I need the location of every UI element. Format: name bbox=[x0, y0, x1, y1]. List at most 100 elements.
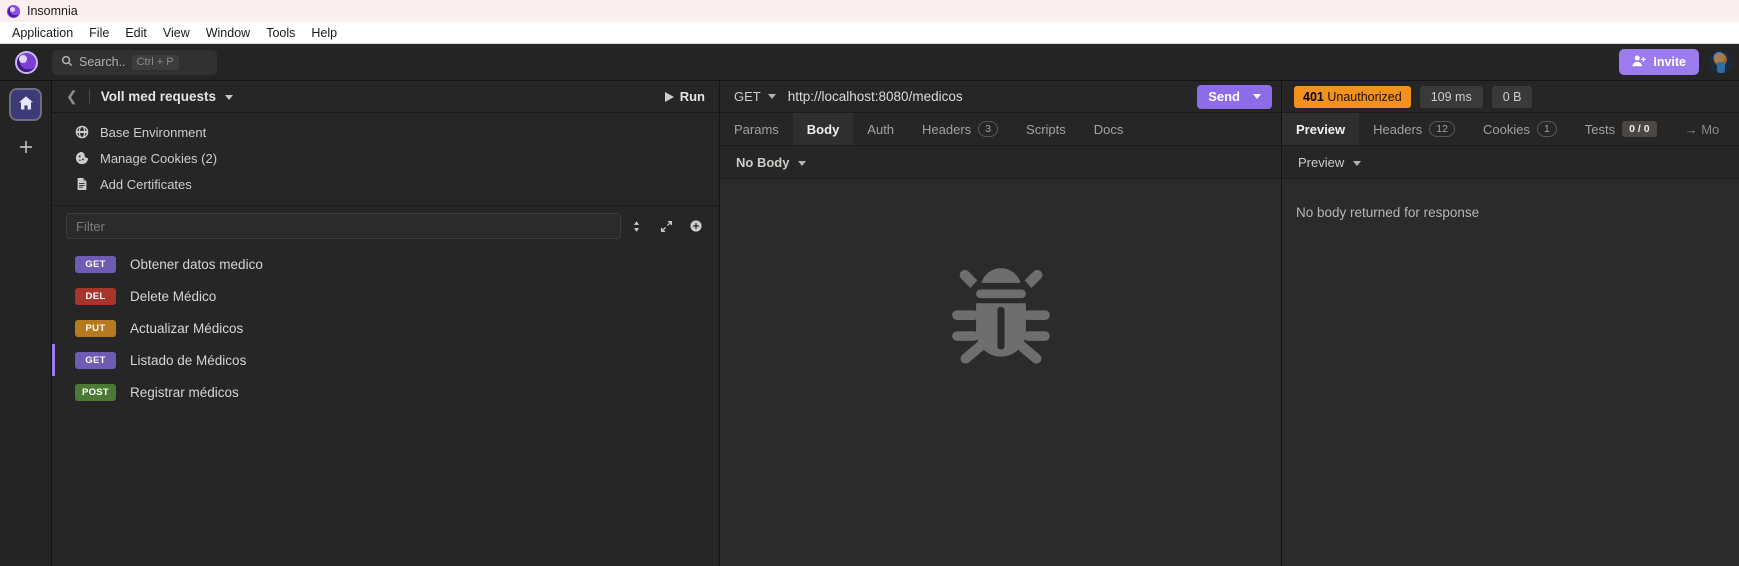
list-item[interactable]: DEL Delete Médico bbox=[52, 280, 719, 312]
expand-icon[interactable] bbox=[651, 213, 681, 239]
app-logo-wrap bbox=[0, 50, 52, 74]
tab-tests[interactable]: Tests 0 / 0 bbox=[1571, 113, 1671, 145]
method-selector[interactable]: GET bbox=[720, 89, 788, 104]
workspace-title[interactable]: Voll med requests bbox=[101, 89, 233, 104]
method-badge: POST bbox=[75, 383, 116, 401]
body-type-selector[interactable]: No Body bbox=[736, 154, 807, 170]
activity-rail bbox=[0, 81, 52, 566]
sidebar-item-label: Manage Cookies (2) bbox=[100, 150, 218, 166]
menu-tools[interactable]: Tools bbox=[258, 24, 303, 42]
list-item[interactable]: GET Obtener datos medico bbox=[52, 248, 719, 280]
search-placeholder: Search.. bbox=[79, 55, 126, 69]
tab-label: Docs bbox=[1093, 121, 1124, 137]
request-pane: GET http://localhost:8080/medicos Send P… bbox=[720, 81, 1282, 566]
home-icon bbox=[18, 95, 34, 114]
request-name: Actualizar Médicos bbox=[130, 320, 244, 336]
response-view-label: Preview bbox=[1298, 154, 1345, 170]
sidebar-item-base-environment[interactable]: Base Environment bbox=[52, 119, 719, 145]
tab-label: Headers bbox=[922, 121, 972, 137]
insomnia-window: Insomnia Application File Edit View Wind… bbox=[0, 0, 1739, 566]
run-button[interactable]: Run bbox=[664, 89, 705, 104]
list-item[interactable]: PUT Actualizar Médicos bbox=[52, 312, 719, 344]
body-type-label: No Body bbox=[736, 154, 790, 170]
response-view-selector[interactable]: Preview bbox=[1298, 155, 1361, 170]
invite-button[interactable]: Invite bbox=[1619, 49, 1699, 75]
environment-section: Base Environment Manage Cookies (2) Add … bbox=[52, 113, 719, 206]
avatar[interactable] bbox=[1709, 50, 1733, 74]
sidebar-item-label: Add Certificates bbox=[100, 176, 192, 192]
list-item[interactable]: GET Listado de Médicos bbox=[52, 344, 719, 376]
chevron-down-icon bbox=[1352, 160, 1361, 166]
window-title: Insomnia bbox=[27, 4, 78, 18]
request-name: Listado de Médicos bbox=[130, 352, 247, 368]
send-button[interactable]: Send bbox=[1197, 84, 1272, 109]
menu-window[interactable]: Window bbox=[198, 24, 258, 42]
method-badge: DEL bbox=[75, 287, 116, 305]
tab-auth[interactable]: Auth bbox=[853, 113, 908, 145]
response-status-bar: 401 Unauthorized 109 ms 0 B bbox=[1282, 81, 1739, 113]
body-type-bar: No Body bbox=[720, 146, 1281, 179]
status-code: 401 bbox=[1303, 89, 1324, 104]
sidebar-header: ❮ Voll med requests Run bbox=[52, 81, 719, 113]
tab-body[interactable]: Body bbox=[792, 113, 854, 145]
tab-params[interactable]: Params bbox=[720, 113, 793, 145]
url-input[interactable]: http://localhost:8080/medicos bbox=[788, 89, 1197, 104]
tab-more[interactable]: → Mo bbox=[1671, 113, 1734, 145]
run-label: Run bbox=[679, 89, 705, 104]
cookie-icon bbox=[74, 151, 89, 166]
tab-label: Scripts bbox=[1026, 121, 1066, 137]
chevron-down-icon bbox=[798, 160, 807, 166]
tab-label: → Mo bbox=[1684, 121, 1720, 137]
tab-badge: 1 bbox=[1536, 121, 1557, 137]
request-body-empty-area bbox=[720, 179, 1281, 566]
person-add-icon bbox=[1632, 54, 1647, 71]
tab-cookies[interactable]: Cookies 1 bbox=[1469, 113, 1571, 145]
app-top-bar: Search.. Ctrl + P Invite bbox=[0, 44, 1739, 81]
certificate-icon bbox=[74, 177, 89, 192]
status-badge: 401 Unauthorized bbox=[1294, 85, 1411, 108]
sidebar-item-add-certificates[interactable]: Add Certificates bbox=[52, 171, 719, 197]
request-list: GET Obtener datos medico DEL Delete Médi… bbox=[52, 246, 719, 566]
tab-badge: 3 bbox=[978, 121, 999, 137]
method-badge: GET bbox=[75, 255, 116, 273]
plus-circle-icon[interactable] bbox=[681, 213, 711, 239]
sidebar-item-manage-cookies[interactable]: Manage Cookies (2) bbox=[52, 145, 719, 171]
menu-help[interactable]: Help bbox=[303, 24, 345, 42]
filter-input[interactable] bbox=[66, 213, 621, 239]
filter-row bbox=[52, 206, 719, 246]
insomnia-logo-icon bbox=[7, 4, 20, 18]
menu-file[interactable]: File bbox=[81, 24, 117, 42]
chevron-left-icon[interactable]: ❮ bbox=[66, 88, 78, 105]
request-name: Obtener datos medico bbox=[130, 256, 263, 272]
chevron-down-icon bbox=[1253, 94, 1261, 99]
tab-preview[interactable]: Preview bbox=[1282, 113, 1360, 145]
response-tabs: Preview Headers 12 Cookies 1 Tests 0 / 0… bbox=[1282, 113, 1739, 146]
search-input[interactable]: Search.. Ctrl + P bbox=[52, 49, 217, 75]
globe-icon bbox=[74, 125, 89, 140]
tab-docs[interactable]: Docs bbox=[1080, 113, 1138, 145]
rail-home-button[interactable] bbox=[9, 88, 42, 121]
chevron-down-icon bbox=[224, 94, 233, 100]
response-time: 109 ms bbox=[1419, 85, 1483, 108]
sidebar-item-label: Base Environment bbox=[100, 124, 207, 140]
response-body: No body returned for response bbox=[1282, 179, 1739, 566]
menu-view[interactable]: View bbox=[155, 24, 198, 42]
os-title-bar: Insomnia bbox=[0, 0, 1739, 22]
tab-scripts[interactable]: Scripts bbox=[1012, 113, 1080, 145]
play-icon bbox=[664, 91, 674, 102]
invite-label: Invite bbox=[1653, 55, 1686, 69]
response-size: 0 B bbox=[1491, 85, 1533, 108]
request-name: Registrar médicos bbox=[130, 384, 239, 400]
search-icon bbox=[61, 55, 73, 70]
bug-icon bbox=[940, 257, 1062, 382]
menu-application[interactable]: Application bbox=[4, 24, 81, 42]
list-item[interactable]: POST Registrar médicos bbox=[52, 376, 719, 408]
tab-label: Preview bbox=[1296, 121, 1346, 137]
chevron-down-icon bbox=[767, 94, 776, 99]
tab-headers[interactable]: Headers 3 bbox=[908, 113, 1012, 145]
menu-edit[interactable]: Edit bbox=[117, 24, 155, 42]
insomnia-app-logo-icon bbox=[14, 50, 38, 74]
sort-icon[interactable] bbox=[621, 213, 651, 239]
tab-response-headers[interactable]: Headers 12 bbox=[1359, 113, 1469, 145]
rail-add-button[interactable] bbox=[9, 132, 42, 165]
